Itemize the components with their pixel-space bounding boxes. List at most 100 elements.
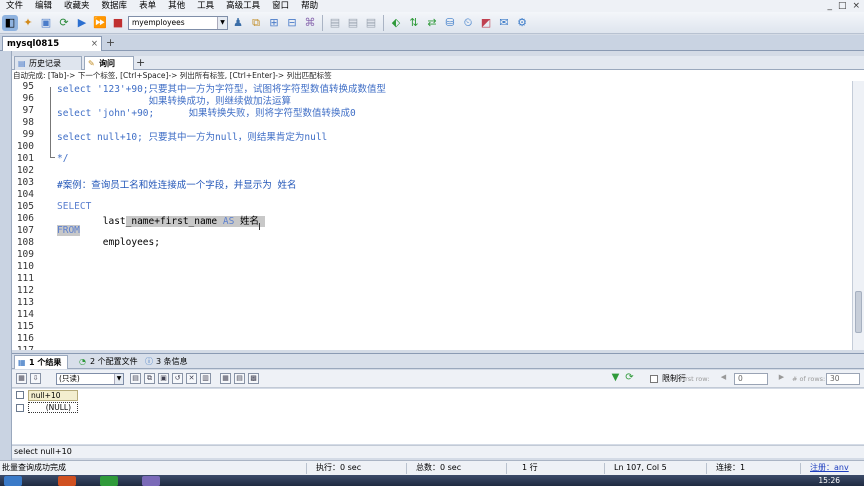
rows-count-input[interactable]: 30 [826, 373, 860, 385]
row-checkbox[interactable] [16, 404, 24, 412]
limit-rows-checkbox[interactable] [650, 375, 658, 383]
settings-icon[interactable]: ⚙ [514, 15, 530, 31]
scheduler-icon[interactable]: ⏲ [460, 15, 476, 31]
taskbar-app-icon[interactable] [142, 476, 160, 486]
autocomplete-hint: 自动完成: [Tab]-> 下一个标签, [Ctrl+Space]-> 列出所有… [12, 70, 864, 81]
table-data-icon[interactable]: ⊟ [284, 15, 300, 31]
copy-row-icon[interactable]: ⧉ [144, 373, 155, 384]
status-register-link[interactable]: 注册：anv [810, 461, 849, 475]
export-icon[interactable]: ⇩ [30, 373, 41, 384]
taskbar-app-icon[interactable] [58, 476, 76, 486]
migrate-icon[interactable]: ⇄ [424, 15, 440, 31]
grid-layout-icon[interactable]: ▩ [248, 373, 259, 384]
line-number: 117 [12, 345, 34, 350]
open-file-icon[interactable]: ▣ [38, 15, 54, 31]
tab-profile[interactable]: ◔ 2 个配置文件 [76, 355, 144, 369]
connection-tab[interactable]: mysql0815 × [2, 36, 102, 51]
toolbar-divider [322, 14, 323, 31]
refresh-icon[interactable]: ⟳ [624, 373, 635, 384]
refresh-icon[interactable]: ⟳ [56, 15, 72, 31]
result-grid: null+10 (NULL) [12, 389, 864, 444]
sync-icon[interactable]: ⇅ [406, 15, 422, 31]
execute-all-icon[interactable]: ⏩ [92, 15, 108, 31]
add-query-tab-button[interactable]: + [136, 56, 145, 69]
filter-icon[interactable]: ▼ [610, 373, 621, 384]
start-icon[interactable] [4, 476, 22, 486]
menu-table[interactable]: 表单 [133, 0, 162, 12]
menu-tools[interactable]: 工具 [191, 0, 220, 12]
rows-count-label: # of rows: [792, 375, 826, 383]
restore-button[interactable]: □ [838, 0, 847, 12]
first-row-label: First row: [680, 375, 710, 383]
menu-favorites[interactable]: 收藏夹 [58, 0, 96, 12]
selected-keyword: FROM [57, 225, 80, 236]
add-connection-tab-button[interactable]: + [104, 37, 117, 49]
status-divider [604, 463, 605, 474]
editor-scrollbar-thumb[interactable] [855, 291, 862, 333]
add-table-icon[interactable]: ⊞ [266, 15, 282, 31]
insert-row-icon[interactable]: ▤ [130, 373, 141, 384]
line-number: 108 [16, 237, 34, 248]
menu-window[interactable]: 窗口 [266, 0, 295, 12]
status-divider [406, 463, 407, 474]
user-icon[interactable]: ♟ [230, 15, 246, 31]
line-number: 95 [22, 81, 34, 92]
query-builder-icon[interactable]: ◩ [478, 15, 494, 31]
delete-icon[interactable]: ✕ [186, 373, 197, 384]
stop-icon[interactable]: ■ [110, 15, 126, 31]
tab-profile-label: 2 个配置文件 [90, 357, 138, 366]
tab-history[interactable]: ▤ 历史记录 [14, 56, 82, 70]
tab-messages-label: 3 条信息 [156, 357, 188, 366]
column-header[interactable]: null+10 [28, 390, 78, 401]
object-browser-collapsed [0, 51, 12, 460]
undo-icon[interactable]: ↺ [172, 373, 183, 384]
menu-advanced-tools[interactable]: 高级工具 [220, 0, 266, 12]
tab-results[interactable]: ▦ 1 个结果 [14, 355, 69, 369]
status-divider [800, 463, 801, 474]
table-cell[interactable]: (NULL) [28, 402, 78, 413]
menu-database[interactable]: 数据库 [96, 0, 134, 12]
notifications-icon[interactable]: ✉ [496, 15, 512, 31]
backup-icon[interactable]: ⛁ [442, 15, 458, 31]
status-connections: 连接：1 [716, 463, 746, 472]
editor-scrollbar[interactable] [852, 81, 864, 350]
menu-bar: 文件 编辑 收藏夹 数据库 表单 其他 工具 高级工具 窗口 帮助 _ □ × [0, 0, 864, 12]
tab-query[interactable]: ✎ 询问 [84, 56, 134, 70]
selected-code: _name+first_name [125, 216, 223, 227]
text-view-icon[interactable]: ▤ [234, 373, 245, 384]
line-number: 116 [16, 333, 34, 344]
menu-help[interactable]: 帮助 [295, 0, 324, 12]
new-connection-icon[interactable]: ◧ [2, 14, 18, 31]
sqlyog-window: 文件 编辑 收藏夹 数据库 表单 其他 工具 高级工具 窗口 帮助 _ □ × … [0, 0, 864, 486]
form-view-icon[interactable]: ▦ [220, 373, 231, 384]
toolbar-divider [383, 14, 384, 31]
copy-database-icon[interactable]: ⧉ [248, 15, 264, 31]
readonly-select[interactable]: (只读) ▼ [56, 373, 124, 385]
results-icon: ▦ [18, 358, 26, 367]
header-checkbox[interactable] [16, 391, 24, 399]
tab-messages[interactable]: ⓘ 3 条信息 [142, 355, 194, 369]
execute-icon[interactable]: ▶ [74, 15, 90, 31]
menu-edit[interactable]: 编辑 [29, 0, 58, 12]
database-select[interactable]: myemployees ▼ [128, 15, 228, 30]
previous-page-icon[interactable]: ◀ [718, 373, 729, 384]
taskbar-app-icon[interactable] [100, 476, 118, 486]
line-number: 112 [16, 285, 34, 296]
first-row-input[interactable]: 0 [734, 373, 768, 385]
menu-file[interactable]: 文件 [0, 0, 29, 12]
line-number: 99 [22, 129, 34, 140]
minimize-button[interactable]: _ [827, 0, 832, 12]
code-line-103: #案例：查询员工名和姓连接成一个字段，并显示为 姓名 [57, 180, 297, 191]
query-editor[interactable]: 95 96 97 98 99 100 101 102 103 104 105 1… [12, 81, 852, 350]
save-icon[interactable]: ▣ [158, 373, 169, 384]
next-page-icon[interactable]: ▶ [776, 373, 787, 384]
selected-keyword: AS [222, 216, 235, 227]
close-button[interactable]: × [852, 0, 860, 12]
filter-rows-icon[interactable]: ▥ [200, 373, 211, 384]
new-query-icon[interactable]: ✦ [20, 15, 36, 31]
close-icon[interactable]: × [91, 37, 98, 51]
menu-other[interactable]: 其他 [162, 0, 191, 12]
schema-icon[interactable]: ⌘ [302, 15, 318, 31]
import-icon[interactable]: ⬖ [388, 15, 404, 31]
grid-view-icon[interactable]: ▦ [16, 373, 27, 384]
